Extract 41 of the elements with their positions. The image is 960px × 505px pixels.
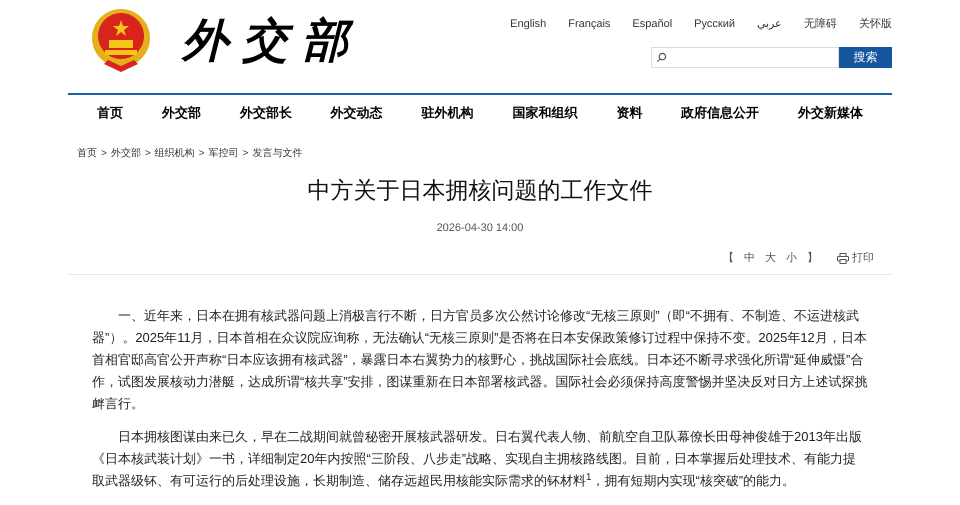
article-title: 中方关于日本拥核问题的工作文件	[306, 176, 654, 205]
national-emblem-icon	[90, 6, 152, 74]
search-button[interactable]: 搜索	[839, 46, 892, 68]
language-link[interactable]: Español	[632, 16, 672, 32]
nav-link[interactable]: 政府信息公开	[681, 103, 760, 123]
font-size-option[interactable]: 大	[765, 250, 776, 266]
print-button[interactable]: 打印	[837, 250, 874, 266]
nav-link[interactable]: 外交新媒体	[798, 103, 863, 123]
article-paragraph: 日本拥核图谋由来已久，早在二战期间就曾秘密开展核武器研发。日右翼代表人物、前航空自卫队幕僚长田母神俊雄于2013年出版《日本核武装计划》一书，详细制定20年内按照“三阶段、八步走”战略、实现自主拥核路线图。目前，日本掌握后处理技术、有能力提取武器级钚、有可运行的后处理设施，长期制造、储存远超民用核能实际需求的钚材料$^{1}$，拥有短期内实现“核突破”的能力。	[92, 428, 863, 490]
language-link[interactable]: 关怀版	[859, 16, 892, 32]
breadcrumb-link[interactable]: 外交部	[110, 146, 141, 161]
language-link[interactable]: عربي	[757, 16, 782, 32]
language-link[interactable]: Français	[568, 16, 610, 32]
nav-link[interactable]: 国家和组织	[512, 103, 578, 123]
breadcrumb-link[interactable]: 军控司	[208, 146, 239, 161]
breadcrumb-separator: >	[198, 147, 205, 161]
language-link[interactable]: English	[510, 16, 546, 32]
nav-link[interactable]: 首页	[97, 103, 123, 123]
calligraphy-logo: 外交部	[182, 12, 362, 69]
breadcrumb-link[interactable]: 发言与文件	[252, 146, 302, 161]
font-size-option[interactable]: 中	[744, 250, 755, 266]
publish-date: 2026-04-30 14:00	[436, 220, 524, 236]
language-link[interactable]: Русский	[694, 16, 735, 32]
bracket: 】	[807, 250, 818, 266]
nav-link[interactable]: 资料	[616, 103, 642, 123]
nav-link[interactable]: 驻外机构	[422, 103, 474, 123]
search-icon	[656, 52, 667, 62]
article-paragraph: 一、近年来，日本在拥有核武器问题上消极言行不断，日方官员多次公然讨论修改“无核三原则”（即“不拥有、不制造、不运进核武器”）。2025年11月，日本首相在众议院应询称，无法确认“无核三原则”是否将在日本安保政策修订过程中保持不变。2025年12月，日本首相官邸高官公开声称“日本应该拥有核武器”，暴露日本右翼势力的核野心，挑战国际社会底线。日本还不断寻求强化所谓“延伸威慑”合作，试图发展核动力潜艇，达成所谓“核共享”安排，图谋重新在日本部署核武器。国际社会必须保持高度警惕并坚决反对日方上述试探挑衅言行。	[92, 306, 868, 412]
breadcrumb-separator: >	[101, 147, 107, 161]
nav-link[interactable]: 外交部长	[240, 103, 292, 123]
nav-link[interactable]: 外交部	[162, 103, 201, 123]
nav-link[interactable]: 外交动态	[330, 103, 383, 123]
breadcrumb-link[interactable]: 首页	[77, 146, 97, 161]
language-link[interactable]: 无障碍	[804, 16, 837, 32]
breadcrumb-link[interactable]: 组织机构	[154, 146, 195, 161]
breadcrumb-separator: >	[144, 147, 151, 161]
font-size-option[interactable]: 小	[786, 250, 797, 266]
printer-icon	[837, 252, 849, 264]
bracket: 【	[723, 250, 734, 266]
breadcrumb-separator: >	[242, 147, 248, 161]
search-field[interactable]	[651, 46, 839, 68]
